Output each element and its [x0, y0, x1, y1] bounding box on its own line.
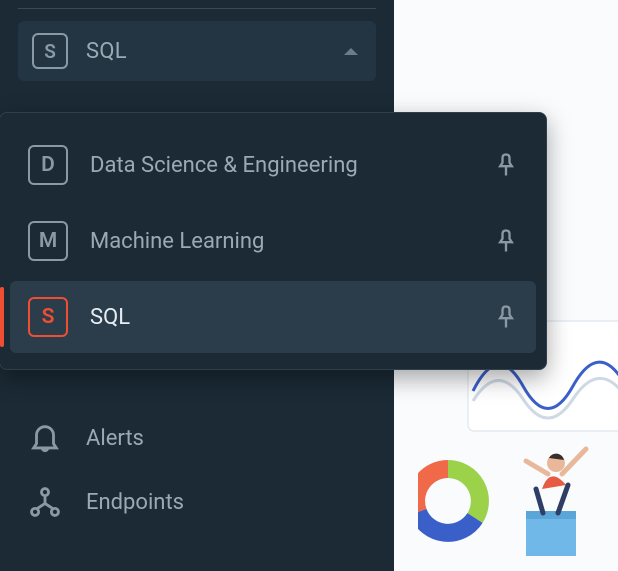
pin-icon[interactable]: [492, 151, 520, 179]
ml-badge-icon: M: [28, 221, 68, 261]
sidebar-nav: Alerts Endpoints: [18, 406, 376, 534]
bell-icon: [28, 421, 62, 455]
persona-dropdown: D Data Science & Engineering M Machine L…: [0, 112, 547, 370]
badge-letter: S: [44, 40, 56, 63]
pin-icon[interactable]: [492, 227, 520, 255]
dropdown-item-label: SQL: [90, 305, 492, 330]
divider: [18, 8, 376, 9]
dropdown-item-label: Machine Learning: [90, 229, 492, 254]
pin-icon[interactable]: [492, 303, 520, 331]
badge-letter: D: [41, 153, 55, 177]
badge-letter: M: [39, 229, 57, 253]
sidebar-item-endpoints[interactable]: Endpoints: [18, 470, 376, 534]
dropdown-item-label: Data Science & Engineering: [90, 153, 492, 178]
sql-badge-icon: S: [32, 33, 68, 69]
persona-selector[interactable]: S SQL: [18, 21, 376, 81]
dropdown-item-sql[interactable]: S SQL: [10, 281, 536, 353]
data-science-badge-icon: D: [28, 145, 68, 185]
sql-badge-icon: S: [28, 297, 68, 337]
sidebar: S SQL D Data Science & Engineering M Mac…: [0, 0, 394, 571]
sidebar-item-alerts[interactable]: Alerts: [18, 406, 376, 470]
sidebar-item-label: Alerts: [86, 426, 144, 451]
dropdown-item-machine-learning[interactable]: M Machine Learning: [10, 205, 536, 277]
sidebar-item-label: Endpoints: [86, 490, 184, 515]
selector-label: SQL: [86, 39, 127, 64]
endpoints-icon: [28, 485, 62, 519]
badge-letter: S: [42, 305, 55, 329]
chevron-up-icon: [344, 48, 358, 55]
dropdown-item-data-science[interactable]: D Data Science & Engineering: [10, 129, 536, 201]
